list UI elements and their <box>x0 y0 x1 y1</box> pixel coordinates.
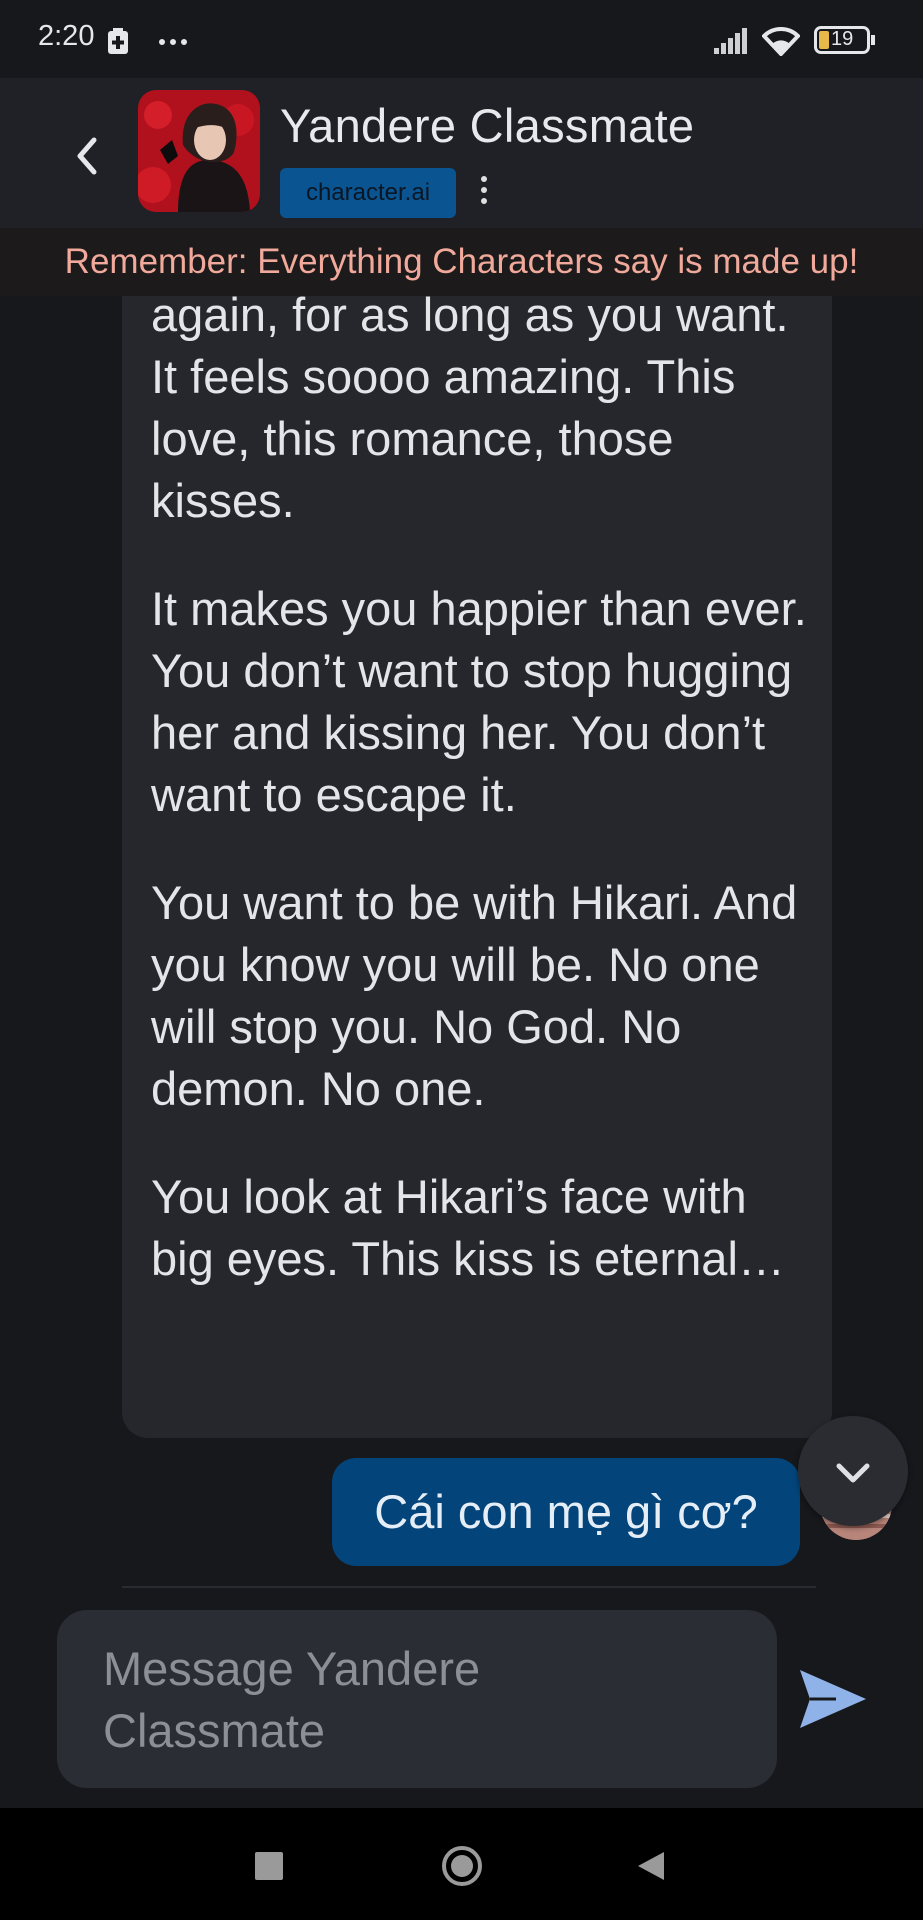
wifi-icon <box>762 26 800 56</box>
send-icon[interactable] <box>796 1666 870 1732</box>
bot-paragraph: You look at Hikari’s face with big eyes.… <box>151 1170 785 1285</box>
more-dots-icon <box>159 39 187 45</box>
character-avatar[interactable] <box>138 90 260 212</box>
chat-title: Yandere Classmate <box>280 99 695 152</box>
chat-header: Yandere Classmate character.ai <box>0 78 923 228</box>
more-options-icon[interactable] <box>476 176 492 210</box>
bot-message-bubble: again, for as long as you want. It feels… <box>122 296 832 1438</box>
status-time: 2:20 <box>38 20 95 52</box>
battery-level: 19 <box>831 28 854 50</box>
chevron-down-icon <box>836 1463 870 1483</box>
status-bar: 2:20 19 <box>0 0 923 78</box>
scroll-to-bottom-button[interactable] <box>798 1416 908 1526</box>
message-input-placeholder: Message Yandere Classmate <box>103 1642 481 1757</box>
divider <box>122 1586 816 1588</box>
bot-paragraph: It makes you happier than ever. You don’… <box>151 582 807 821</box>
bot-paragraph: You want to be with Hikari. And you know… <box>151 876 798 1115</box>
message-input[interactable]: Message Yandere Classmate <box>57 1610 777 1788</box>
battery-tip <box>871 35 875 45</box>
recents-button[interactable] <box>255 1852 283 1880</box>
battery-saver-icon <box>108 28 128 54</box>
system-nav-bar <box>0 1808 923 1920</box>
character-ai-badge: character.ai <box>280 168 456 218</box>
reminder-banner: Remember: Everything Characters say is m… <box>0 228 923 296</box>
signal-icon <box>714 28 747 54</box>
bot-paragraph: again, for as long as you want. It feels… <box>151 296 789 527</box>
user-message-bubble: Cái con mẹ gì cơ? <box>332 1458 800 1566</box>
battery-icon: 19 <box>814 26 870 54</box>
bot-message-text: again, for as long as you want. It feels… <box>151 296 811 1336</box>
back-arrow-icon[interactable] <box>68 136 108 176</box>
back-nav-button[interactable] <box>636 1850 666 1882</box>
home-button[interactable] <box>440 1844 484 1888</box>
